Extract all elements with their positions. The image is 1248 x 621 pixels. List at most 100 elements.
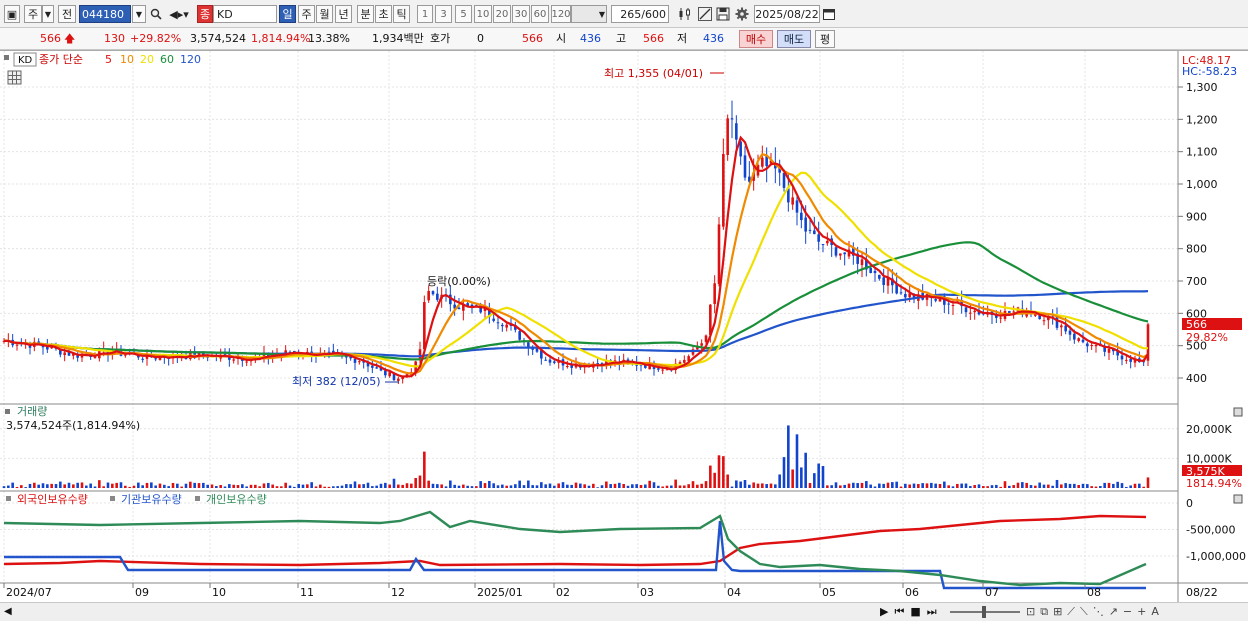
period-button-6[interactable]: 틱 — [393, 5, 410, 23]
stock-code-input[interactable]: 044180 — [79, 5, 131, 23]
period-button-1[interactable]: 주 — [298, 5, 315, 23]
chart-canvas[interactable]: 2024/07 09 10 11 12 2025/01 02 03 04 05 06 07 08 08/2… — [0, 51, 1248, 603]
holding-panel-close-icon[interactable] — [1233, 494, 1243, 504]
volume-bar — [735, 480, 738, 488]
candle-body — [1094, 344, 1098, 347]
period-button-2[interactable]: 월 — [316, 5, 333, 23]
zoom-in-icon[interactable]: + — [1137, 605, 1146, 619]
interval-button-120[interactable]: 120 — [551, 5, 571, 23]
table-view-icon[interactable] — [7, 70, 22, 85]
volume-bar — [635, 484, 638, 488]
window-menu-icon[interactable]: ▣ — [4, 5, 20, 23]
trendline-icon[interactable] — [696, 5, 714, 23]
volume-bar — [548, 483, 552, 488]
candle-type-icon[interactable] — [676, 5, 694, 23]
period-button-5[interactable]: 초 — [375, 5, 392, 23]
holding-tick-label: -500,000 — [1186, 524, 1235, 537]
last-page-icon[interactable]: ⏭ — [927, 605, 937, 619]
auto-scale-icon[interactable]: A — [1151, 605, 1159, 619]
sound-icon[interactable]: ◀▸▾ — [166, 5, 192, 23]
candle-body — [821, 244, 825, 246]
sell-button[interactable]: 매도 — [777, 30, 811, 48]
market-dropdown-icon[interactable]: ▼ — [42, 5, 54, 23]
holding-legend-marker — [195, 496, 200, 501]
volume-bar — [969, 486, 972, 488]
volume-bar — [622, 483, 625, 488]
candle-body — [735, 123, 738, 140]
fibo-icon[interactable]: ⋱ — [1093, 605, 1104, 619]
volume-bar — [808, 482, 812, 488]
volume-bar — [912, 483, 916, 488]
high-annotation: 최고 1,355 (04/01) — [604, 67, 703, 80]
crosshair-icon[interactable]: ⊡ — [1026, 605, 1035, 619]
candle-body — [63, 352, 66, 356]
save-icon[interactable] — [714, 5, 732, 23]
date-field[interactable]: 2025/08/22 — [754, 5, 820, 23]
volume-bar — [410, 483, 413, 488]
candle-body — [969, 312, 972, 314]
volume-bar — [171, 482, 175, 488]
volume-bar — [414, 478, 417, 488]
hc-label: HC:-58.23 — [1182, 65, 1237, 78]
volume-bar — [1008, 485, 1011, 488]
volume-bar — [492, 483, 495, 488]
interval-button-60[interactable]: 60 — [531, 5, 549, 23]
arrow-tool-icon[interactable]: ↗ — [1109, 605, 1118, 619]
period-button-3[interactable]: 년 — [335, 5, 352, 23]
line-tool-icon[interactable]: ⟋ — [1067, 605, 1075, 619]
quote-bar: 566 🡅 130 +29.82% 3,574,524 1,814.94% 13… — [0, 28, 1248, 50]
count-field[interactable]: 265/600 — [611, 5, 669, 23]
volume-panel-close-icon[interactable] — [1233, 407, 1243, 417]
code-dropdown-icon[interactable]: ▼ — [132, 5, 146, 23]
period-button-4[interactable]: 분 — [357, 5, 374, 23]
volume-bar — [124, 485, 127, 488]
volume-bar — [241, 484, 244, 488]
candle-body — [683, 359, 686, 363]
volume-bar — [340, 485, 344, 488]
volume-panel-handle-icon[interactable] — [5, 409, 10, 414]
market-select[interactable]: 주 — [24, 5, 42, 23]
period-button-0[interactable]: 일 — [279, 5, 296, 23]
first-page-icon[interactable]: ⏮ — [894, 605, 904, 619]
interval-button-3[interactable]: 3 — [435, 5, 452, 23]
stock-name-field[interactable]: KD — [213, 5, 277, 23]
copy-icon[interactable]: ⧉ — [1040, 605, 1048, 619]
volume-bar — [722, 456, 725, 488]
volume-bar — [197, 483, 201, 488]
calendar-icon[interactable] — [821, 5, 837, 23]
volume-tick-label: 20,000K — [1186, 423, 1232, 436]
zoom-slider-handle[interactable] — [982, 606, 986, 618]
pattern-icon[interactable]: ⟍ — [1080, 605, 1088, 619]
interval-button-20[interactable]: 20 — [493, 5, 511, 23]
volume-bar — [561, 482, 565, 488]
eval-button[interactable]: 평 — [815, 30, 835, 48]
interval-button-30[interactable]: 30 — [512, 5, 530, 23]
buy-button[interactable]: 매수 — [739, 30, 773, 48]
volume-bar — [232, 484, 235, 488]
volume-bar — [80, 482, 84, 488]
search-icon[interactable] — [148, 5, 164, 23]
volume-bar — [691, 481, 695, 488]
volume-bar — [98, 480, 101, 488]
panel-handle-icon[interactable] — [4, 55, 9, 60]
zoom-out-icon[interactable]: − — [1123, 605, 1132, 619]
volume-bar — [843, 484, 846, 488]
volume-bar — [1107, 482, 1111, 488]
interval-dropdown-icon[interactable]: ▼ — [596, 5, 608, 23]
volume-bar — [180, 486, 183, 488]
interval-button-1[interactable]: 1 — [417, 5, 433, 23]
prev-button[interactable]: 전 — [58, 5, 76, 23]
candle-body — [353, 358, 357, 363]
chart-area[interactable]: 2024/07 09 10 11 12 2025/01 02 03 04 05 06 07 08 08/2… — [0, 50, 1248, 603]
volume-bar — [314, 486, 318, 488]
layout-icon[interactable]: ⊞ — [1053, 605, 1062, 619]
stop-icon[interactable]: ■ — [910, 605, 920, 619]
scroll-left-icon[interactable]: ◀ — [4, 606, 16, 618]
gear-icon[interactable] — [733, 5, 751, 23]
interval-button-5[interactable]: 5 — [455, 5, 472, 23]
candle-body — [423, 302, 426, 350]
scroll-right-icon[interactable]: ▶ — [880, 605, 888, 619]
interval-button-10[interactable]: 10 — [474, 5, 492, 23]
volume-bar — [592, 483, 595, 488]
candle-body — [1064, 325, 1067, 332]
